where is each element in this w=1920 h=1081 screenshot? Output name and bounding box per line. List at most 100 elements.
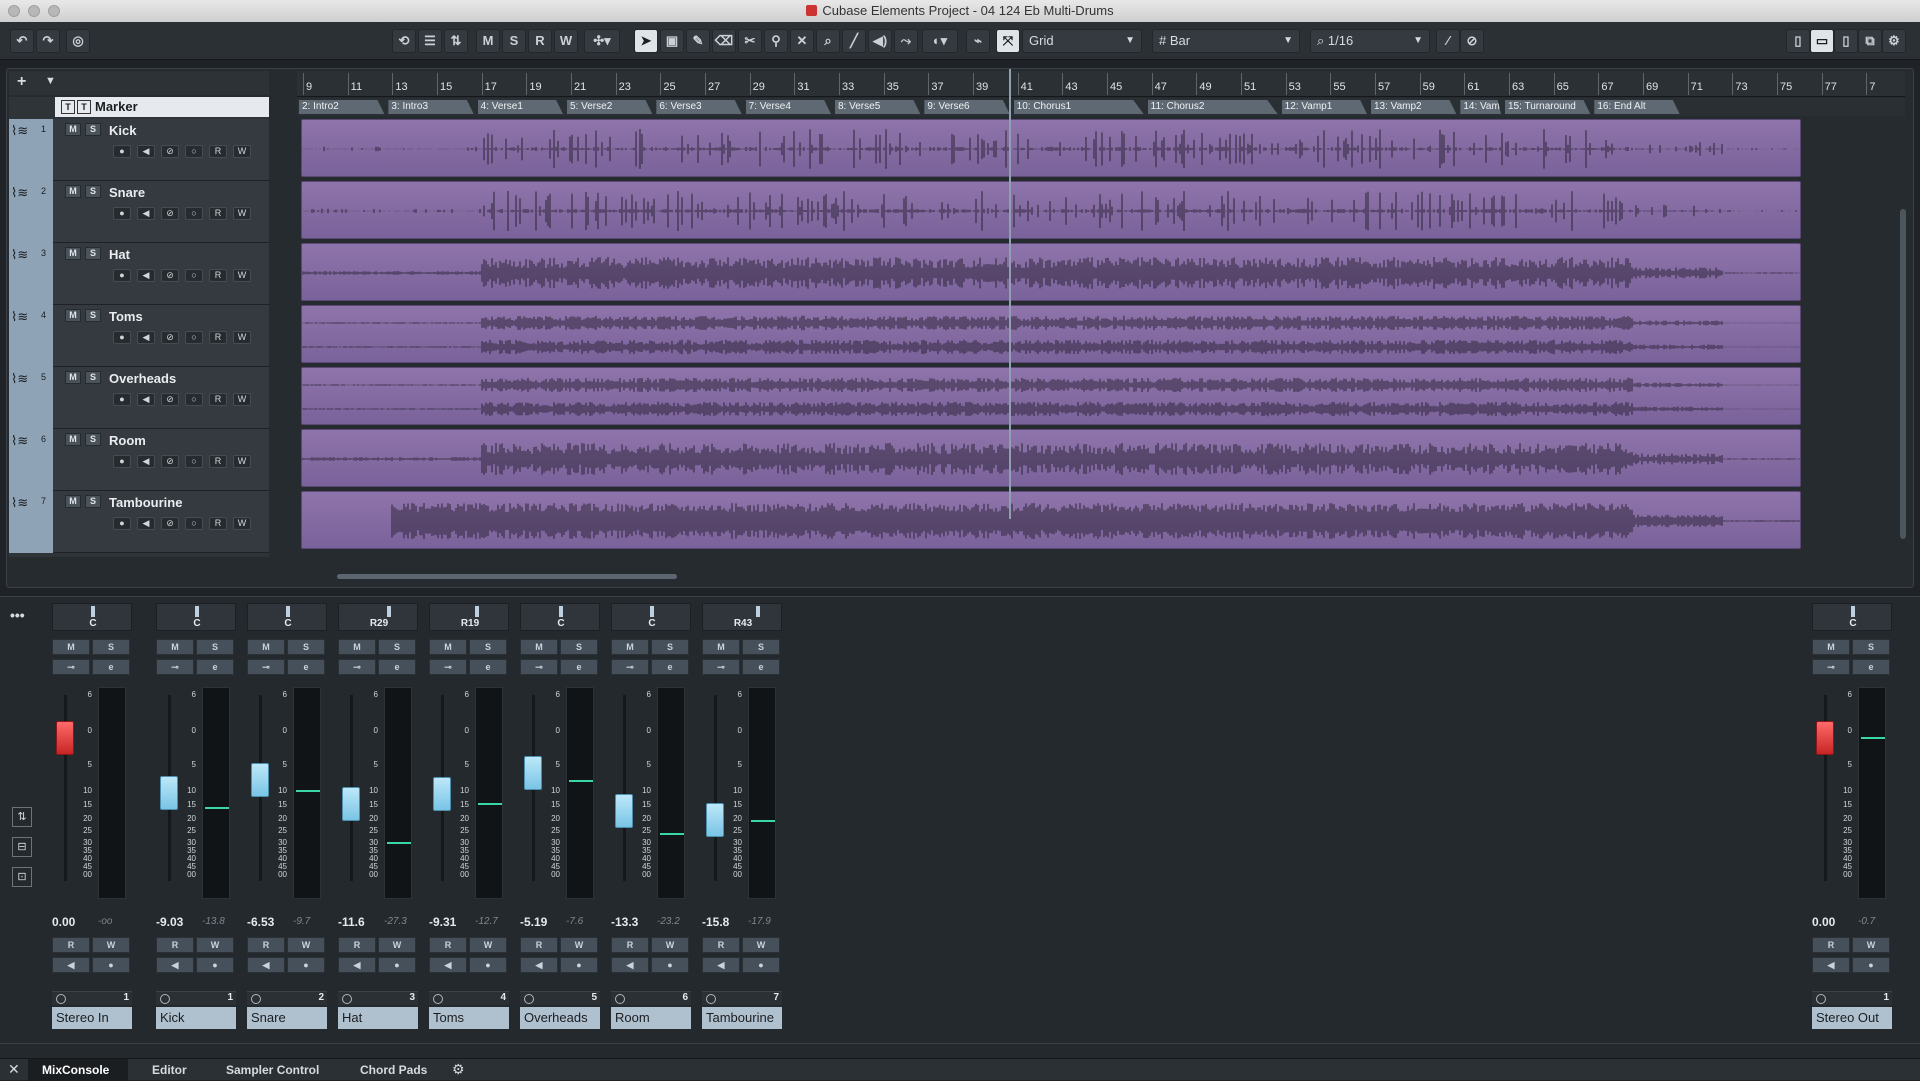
track-header[interactable]: ⌇≋ 1 M S Kick ● ◀ ⊘ ○ R W (9, 119, 269, 181)
edit-channel-icon[interactable]: e (287, 659, 325, 675)
edit-channel-icon[interactable]: e (92, 659, 130, 675)
pan-control[interactable]: R43 (702, 603, 782, 631)
marker-event[interactable]: 11: Chorus2 (1147, 100, 1278, 114)
monitor-icon[interactable]: ◀ (137, 331, 155, 344)
left-zone-icon[interactable]: ▯ (1786, 29, 1810, 53)
link-icon[interactable] (342, 994, 352, 1004)
audio-event[interactable] (301, 491, 1801, 549)
mute-button[interactable]: M (520, 639, 558, 655)
read-automation-button[interactable]: R (156, 937, 194, 953)
channel-name[interactable]: Stereo In (52, 1007, 132, 1029)
solo-button[interactable]: S (85, 185, 101, 198)
marker-event[interactable]: 12: Vamp1 (1281, 100, 1367, 114)
peak-value[interactable]: -17.9 (748, 916, 771, 927)
solo-button[interactable]: S (1852, 639, 1890, 655)
listen-icon[interactable]: ⊸ (52, 659, 90, 675)
redo-icon[interactable]: ↷ (36, 29, 60, 53)
write-automation-button[interactable]: W (469, 937, 507, 953)
read-automation-button[interactable]: R (209, 269, 227, 282)
peak-value[interactable]: -27.3 (384, 916, 407, 927)
volume-value[interactable]: -11.6 (338, 915, 365, 929)
solo-button[interactable]: S (378, 639, 416, 655)
write-automation-button[interactable]: W (651, 937, 689, 953)
event-display[interactable] (297, 69, 1905, 557)
record-enable-icon[interactable]: ● (469, 957, 507, 973)
volume-fader[interactable] (251, 762, 269, 797)
read-automation-button[interactable]: R (429, 937, 467, 953)
write-automation-button[interactable]: W (196, 937, 234, 953)
monitor-icon[interactable]: ◀ (1812, 957, 1850, 973)
volume-fader[interactable] (160, 775, 178, 810)
record-enable-icon[interactable]: ● (560, 957, 598, 973)
channel-name[interactable]: Stereo Out (1812, 1007, 1892, 1029)
edit-channel-icon[interactable]: e (378, 659, 416, 675)
track-header[interactable]: ⌇≋ 7 M S Tambourine ● ◀ ⊘ ○ R W (9, 491, 269, 553)
listen-icon[interactable]: ⊸ (1812, 659, 1850, 675)
quantize-presets-icon[interactable]: ⊘ (1460, 29, 1484, 53)
mute-button[interactable]: M (1812, 639, 1850, 655)
write-automation-button[interactable]: W (287, 937, 325, 953)
write-automation-button[interactable]: W (233, 393, 251, 406)
read-automation-button[interactable]: R (52, 937, 90, 953)
write-automation-button[interactable]: W (742, 937, 780, 953)
inserts-view-icon[interactable]: ⊟ (12, 837, 32, 857)
erase-tool-icon[interactable]: ⌫ (712, 29, 736, 53)
link-icon[interactable] (615, 994, 625, 1004)
audio-event[interactable] (301, 367, 1801, 425)
pan-control[interactable]: R19 (429, 603, 509, 631)
edit-channel-icon[interactable]: e (560, 659, 598, 675)
tab-chord-pads[interactable]: Chord Pads (360, 1059, 427, 1081)
mute-button[interactable]: M (429, 639, 467, 655)
link-icon[interactable] (706, 994, 716, 1004)
monitor-icon[interactable]: ◀ (52, 957, 90, 973)
track-header[interactable]: ⌇≋ 2 M S Snare ● ◀ ⊘ ○ R W (9, 181, 269, 243)
solo-button[interactable]: S (651, 639, 689, 655)
pan-control[interactable]: C (247, 603, 327, 631)
edit-channel-icon[interactable]: e (469, 659, 507, 675)
monitor-icon[interactable]: ◀ (137, 393, 155, 406)
marker-event[interactable]: 8: Verse5 (835, 100, 921, 114)
iterative-quantize-icon[interactable]: ⁄ (1436, 29, 1460, 53)
marker-event[interactable]: 10: Chorus1 (1013, 100, 1144, 114)
automation-mode-icon[interactable]: ✣▾ (584, 29, 620, 53)
edit-channel-icon[interactable]: ⊘ (161, 269, 179, 282)
zoom-window-button[interactable] (48, 5, 60, 17)
undo-icon[interactable]: ↶ (10, 29, 34, 53)
monitor-icon[interactable]: ◀ (338, 957, 376, 973)
peak-value[interactable]: -12.7 (475, 916, 498, 927)
mute-button[interactable]: M (247, 639, 285, 655)
solo-button[interactable]: S (85, 309, 101, 322)
solo-button[interactable]: S (196, 639, 234, 655)
peak-value[interactable]: -0.7 (1858, 916, 1875, 927)
marker-event[interactable]: 3: Intro3 (388, 100, 474, 114)
audio-event[interactable] (301, 305, 1801, 363)
channel-name[interactable]: Snare (247, 1007, 327, 1029)
color-menu-icon[interactable]: ◐▾ (922, 29, 958, 53)
track-name[interactable]: Tambourine (109, 495, 182, 510)
mute-button[interactable]: M (65, 433, 81, 446)
split-tool-icon[interactable]: ✂ (738, 29, 762, 53)
channel-name[interactable]: Overheads (520, 1007, 600, 1029)
peak-value[interactable]: -13.8 (202, 916, 225, 927)
auto-scroll-icon[interactable]: ⇅ (444, 29, 468, 53)
read-automation-button[interactable]: R (209, 331, 227, 344)
volume-value[interactable]: -6.53 (247, 915, 274, 929)
audio-event[interactable] (301, 181, 1801, 239)
mute-button[interactable]: M (52, 639, 90, 655)
marker-event[interactable]: 14: Vamp (1460, 100, 1501, 114)
fader-view-icon[interactable]: ⇅ (12, 807, 32, 827)
mute-button[interactable]: M (65, 123, 81, 136)
link-icon[interactable] (433, 994, 443, 1004)
read-automation-button[interactable]: R (1812, 937, 1850, 953)
lock-icon[interactable]: ○ (185, 331, 203, 344)
audio-event[interactable] (301, 119, 1801, 177)
track-name[interactable]: Toms (109, 309, 143, 324)
monitor-icon[interactable]: ◀ (520, 957, 558, 973)
marker-event[interactable]: 7: Verse4 (745, 100, 831, 114)
monitor-icon[interactable]: ◀ (137, 207, 155, 220)
chevron-down-icon[interactable]: ▼ (45, 75, 56, 87)
peak-value[interactable]: -23.2 (657, 916, 680, 927)
pan-control[interactable]: C (520, 603, 600, 631)
record-enable-icon[interactable]: ● (378, 957, 416, 973)
tab-sampler-control[interactable]: Sampler Control (226, 1059, 319, 1081)
